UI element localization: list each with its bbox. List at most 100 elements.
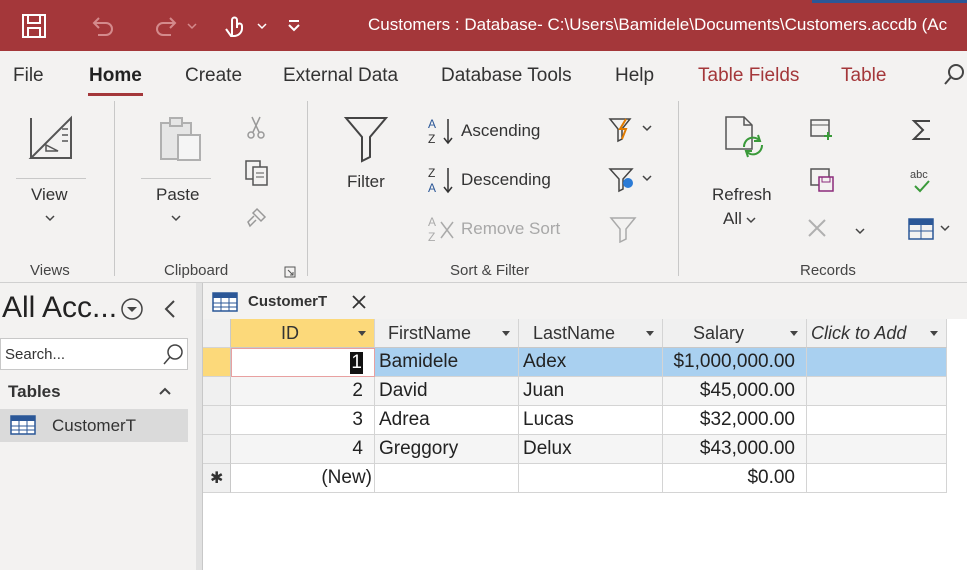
close-icon[interactable] [351,294,367,315]
column-dropdown-icon[interactable] [930,331,938,336]
undo-icon[interactable] [86,10,118,42]
cell-click-to-add[interactable] [807,435,947,464]
customize-toolbar-icon[interactable] [282,10,306,42]
cell-id[interactable]: 4 [231,435,375,464]
cell-id[interactable]: 1 [231,348,375,377]
cell-firstname[interactable]: Adrea [375,406,519,435]
tab-table[interactable]: Table [841,65,886,87]
document-tab-customert[interactable]: CustomerT [204,287,376,318]
nav-pane-splitter[interactable] [196,283,203,570]
toggle-filter-icon[interactable] [609,215,637,248]
touch-mode-icon[interactable] [218,10,270,42]
refresh-all-button[interactable]: All [723,209,742,229]
table-icon [212,292,238,317]
cell-click-to-add[interactable] [807,464,947,493]
row-selector[interactable] [203,377,231,406]
column-header-lastname[interactable]: LastName [519,319,663,348]
advanced-filter-icon[interactable] [608,165,654,198]
sort-descending-button[interactable]: Descending [461,170,551,190]
sort-ascending-button[interactable]: Ascending [461,121,540,141]
svg-text:abc: abc [910,169,928,181]
copy-icon[interactable] [244,159,270,192]
redo-icon[interactable] [150,10,202,42]
delete-dropdown-icon[interactable] [854,223,866,241]
save-record-icon[interactable] [809,167,835,198]
selection-filter-icon[interactable] [608,115,654,148]
delete-record-icon[interactable] [806,217,828,244]
tab-file[interactable]: File [13,65,44,87]
title-bar: Customers : Database- C:\Users\Bamidele\… [0,0,967,51]
format-painter-icon[interactable] [245,205,269,234]
nav-item-customert[interactable]: CustomerT [0,409,188,442]
group-views-label: Views [30,262,70,279]
column-dropdown-icon[interactable] [790,331,798,336]
spelling-icon[interactable]: abc [909,167,937,200]
totals-icon[interactable] [910,117,934,148]
nav-pane-menu-icon[interactable] [120,297,144,326]
refresh-button[interactable]: Refresh [712,185,772,205]
cell-id[interactable]: 2 [231,377,375,406]
tab-external-data[interactable]: External Data [283,65,398,87]
cell-id[interactable]: 3 [231,406,375,435]
cell-salary[interactable]: $45,000.00 [663,377,807,406]
cell-lastname[interactable]: Adex [519,348,663,377]
search-icon[interactable] [943,62,967,91]
tab-database-tools[interactable]: Database Tools [441,65,572,87]
row-selector[interactable] [203,435,231,464]
tab-create[interactable]: Create [185,65,242,87]
refresh-dropdown-icon[interactable] [745,212,757,230]
nav-search-input[interactable]: Search... [0,338,188,370]
chevron-up-icon[interactable] [157,384,173,402]
cell-firstname[interactable]: David [375,377,519,406]
paste-button[interactable]: Paste [156,185,199,205]
clipboard-launcher-icon[interactable] [284,265,296,283]
nav-pane-title[interactable]: All Acc... [2,291,117,325]
paste-dropdown-icon[interactable] [170,210,182,228]
row-selector-current[interactable] [203,348,231,377]
remove-sort-button[interactable]: Remove Sort [461,219,560,239]
select-all-corner[interactable] [203,319,231,348]
column-header-salary[interactable]: Salary [663,319,807,348]
cell-firstname[interactable] [375,464,519,493]
cell-click-to-add[interactable] [807,348,947,377]
collapse-nav-icon[interactable] [160,297,180,326]
cell-salary[interactable]: $1,000,000.00 [663,348,807,377]
new-record-icon[interactable] [809,118,835,147]
cell-click-to-add[interactable] [807,377,947,406]
more-records-icon[interactable] [907,217,953,246]
column-header-firstname[interactable]: FirstName [375,319,519,348]
row-selector-new[interactable]: ✱ [203,464,231,493]
sort-ascending-icon: AZ [427,116,455,151]
cell-salary[interactable]: $43,000.00 [663,435,807,464]
column-header-label: Salary [693,323,745,343]
row-selector[interactable] [203,406,231,435]
sort-descending-icon: ZA [427,165,455,200]
save-icon[interactable] [18,10,50,42]
cell-lastname[interactable]: Juan [519,377,663,406]
cell-firstname[interactable]: Greggory [375,435,519,464]
tab-table-fields[interactable]: Table Fields [698,65,799,87]
cell-id-new[interactable]: (New) [231,464,375,493]
column-dropdown-icon[interactable] [646,331,654,336]
view-button[interactable]: View [31,185,68,205]
view-icon [28,115,74,166]
cell-lastname[interactable] [519,464,663,493]
column-header-click-to-add[interactable]: Click to Add [807,319,947,348]
cell-firstname[interactable]: Bamidele [375,348,519,377]
column-header-id[interactable]: ID [231,319,375,348]
cell-lastname[interactable]: Delux [519,435,663,464]
cell-salary-new[interactable]: $0.00 [663,464,807,493]
filter-button[interactable]: Filter [347,172,385,192]
column-dropdown-icon[interactable] [358,331,366,336]
refresh-all-icon [722,115,770,168]
search-icon[interactable] [161,342,185,371]
tab-help[interactable]: Help [615,65,654,87]
column-dropdown-icon[interactable] [502,331,510,336]
cell-click-to-add[interactable] [807,406,947,435]
tab-home[interactable]: Home [88,65,143,96]
cut-icon[interactable] [245,115,267,146]
view-dropdown-icon[interactable] [44,210,56,228]
nav-section-tables[interactable]: Tables [8,382,61,402]
cell-salary[interactable]: $32,000.00 [663,406,807,435]
cell-lastname[interactable]: Lucas [519,406,663,435]
